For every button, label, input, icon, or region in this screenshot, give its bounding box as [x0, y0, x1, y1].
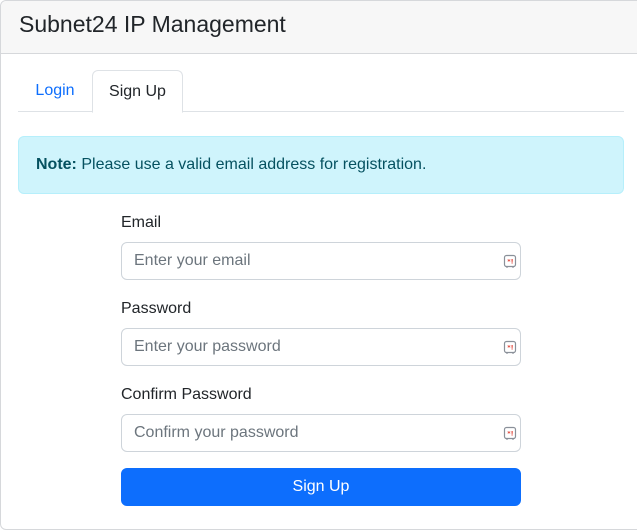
info-alert: Note: Please use a valid email address f… [18, 136, 624, 194]
tab-signup[interactable]: Sign Up [92, 70, 183, 113]
password-manager-key-icon[interactable]: *! [503, 254, 517, 268]
sign-up-button[interactable]: Sign Up [121, 468, 521, 506]
alert-text: Please use a valid email address for reg… [76, 156, 427, 173]
auth-tabs: Login Sign Up [18, 70, 624, 113]
alert-strong: Note: [36, 156, 77, 173]
password-manager-key-icon[interactable]: *! [503, 340, 517, 354]
password-field-wrap: *! [121, 328, 521, 366]
email-field[interactable] [121, 242, 521, 280]
confirm-password-field-wrap: *! [121, 414, 521, 452]
svg-text:*!: *! [507, 430, 513, 438]
password-field[interactable] [121, 328, 521, 366]
password-label: Password [121, 300, 192, 317]
svg-text:*!: *! [507, 258, 513, 266]
card-header: Subnet24 IP Management [1, 1, 637, 54]
email-label: Email [121, 214, 162, 231]
confirm-password-label: Confirm Password [121, 386, 252, 403]
confirm-password-field[interactable] [121, 414, 521, 452]
page-title: Subnet24 IP Management [19, 11, 286, 37]
tab-login[interactable]: Login [18, 70, 92, 112]
email-field-wrap: *! [121, 242, 521, 280]
svg-text:*!: *! [507, 344, 513, 352]
password-manager-key-icon[interactable]: *! [503, 426, 517, 440]
